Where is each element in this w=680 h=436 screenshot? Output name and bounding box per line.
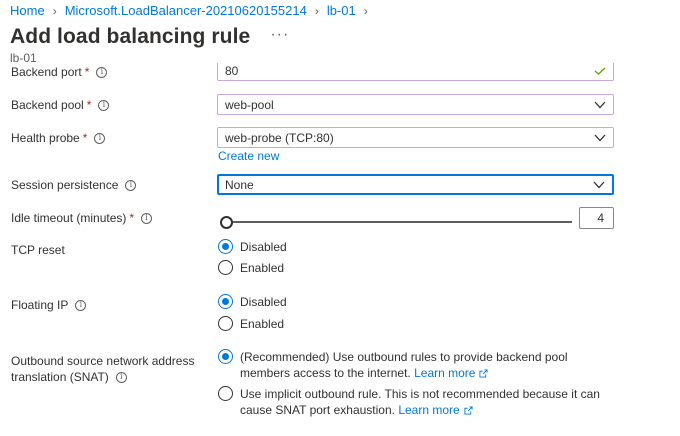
radio-label: Disabled bbox=[240, 295, 287, 309]
snat-label-line1: Outbound source network address bbox=[11, 354, 195, 368]
tcp-reset-label-text: TCP reset bbox=[11, 243, 65, 257]
info-icon[interactable]: i bbox=[125, 179, 137, 191]
snat-label: Outbound source network address translat… bbox=[11, 353, 194, 385]
required-marker: * bbox=[84, 65, 90, 79]
info-icon[interactable]: i bbox=[94, 132, 106, 144]
snat-option1-text: (Recommended) Use outbound rules to prov… bbox=[240, 350, 568, 380]
idle-timeout-label: Idle timeout (minutes) * i bbox=[11, 211, 153, 225]
external-link-icon bbox=[464, 406, 473, 415]
backend-pool-select[interactable]: web-pool bbox=[217, 94, 614, 115]
health-probe-select[interactable]: web-probe (TCP:80) bbox=[217, 127, 614, 148]
health-probe-label: Health probe * i bbox=[11, 131, 106, 145]
session-persistence-select[interactable]: None bbox=[217, 174, 614, 195]
health-probe-value: web-probe (TCP:80) bbox=[225, 130, 334, 145]
backend-pool-value: web-pool bbox=[225, 97, 274, 112]
idle-timeout-slider[interactable] bbox=[220, 215, 572, 229]
session-persistence-label-text: Session persistence bbox=[11, 178, 119, 192]
learn-more-link[interactable]: Learn more bbox=[398, 403, 473, 417]
radio-label: Disabled bbox=[240, 240, 287, 254]
info-icon[interactable]: i bbox=[75, 299, 87, 311]
chevron-right-icon: › bbox=[363, 3, 368, 18]
info-icon[interactable]: i bbox=[98, 99, 110, 111]
session-persistence-value: None bbox=[225, 177, 254, 192]
breadcrumb-home[interactable]: Home bbox=[10, 3, 45, 18]
backend-pool-label-text: Backend pool bbox=[11, 98, 84, 112]
tcp-reset-label: TCP reset bbox=[11, 243, 65, 257]
radio-label: (Recommended) Use outbound rules to prov… bbox=[240, 349, 600, 381]
idle-timeout-value: 4 bbox=[597, 211, 604, 225]
radio-label: Enabled bbox=[240, 261, 285, 275]
info-icon[interactable]: i bbox=[96, 66, 108, 78]
backend-port-input[interactable]: 80 bbox=[217, 63, 614, 81]
learn-more-text: Learn more bbox=[414, 366, 476, 380]
chevron-down-icon bbox=[594, 101, 606, 108]
chevron-right-icon: › bbox=[314, 3, 319, 18]
info-icon[interactable]: i bbox=[115, 371, 127, 383]
snat-implicit-rule-option[interactable]: Use implicit outbound rule. This is not … bbox=[218, 386, 600, 418]
floating-ip-enabled-option[interactable]: Enabled bbox=[218, 316, 600, 332]
radio-label: Enabled bbox=[240, 317, 285, 331]
radio-unselected[interactable] bbox=[218, 386, 233, 401]
page-title: Add load balancing rule bbox=[10, 25, 251, 48]
required-marker: * bbox=[82, 131, 88, 145]
more-options-icon[interactable]: ··· bbox=[270, 26, 289, 44]
idle-timeout-input[interactable]: 4 bbox=[579, 207, 614, 229]
idle-timeout-label-text: Idle timeout (minutes) bbox=[11, 211, 127, 225]
radio-label: Use implicit outbound rule. This is not … bbox=[240, 386, 600, 418]
slider-thumb[interactable] bbox=[220, 216, 233, 229]
external-link-icon bbox=[479, 369, 489, 378]
chevron-right-icon: › bbox=[52, 3, 57, 18]
session-persistence-label: Session persistence i bbox=[11, 178, 137, 192]
snat-outbound-rules-option[interactable]: (Recommended) Use outbound rules to prov… bbox=[218, 349, 600, 381]
backend-port-label: Backend port * i bbox=[11, 65, 108, 79]
health-probe-label-text: Health probe bbox=[11, 131, 80, 145]
breadcrumb-resource[interactable]: Microsoft.LoadBalancer-20210620155214 bbox=[65, 3, 307, 18]
radio-unselected[interactable] bbox=[218, 260, 233, 275]
radio-selected[interactable] bbox=[218, 239, 233, 254]
learn-more-text: Learn more bbox=[398, 403, 460, 417]
chevron-down-icon bbox=[594, 134, 606, 141]
form-scroll-area: Backend port * i 80 Backend pool * i web… bbox=[0, 63, 680, 436]
required-marker: * bbox=[129, 211, 135, 225]
check-icon bbox=[594, 67, 606, 75]
tcp-reset-disabled-option[interactable]: Disabled bbox=[218, 239, 600, 255]
chevron-down-icon bbox=[593, 181, 605, 188]
breadcrumb-current[interactable]: lb-01 bbox=[327, 3, 356, 18]
snat-label-line2: translation (SNAT) bbox=[11, 370, 109, 384]
backend-port-label-text: Backend port bbox=[11, 65, 82, 79]
radio-selected[interactable] bbox=[218, 294, 233, 309]
backend-pool-label: Backend pool * i bbox=[11, 98, 110, 112]
slider-track bbox=[226, 221, 572, 223]
info-icon[interactable]: i bbox=[141, 212, 153, 224]
floating-ip-disabled-option[interactable]: Disabled bbox=[218, 294, 600, 310]
floating-ip-label-text: Floating IP bbox=[11, 298, 69, 312]
tcp-reset-enabled-option[interactable]: Enabled bbox=[218, 260, 600, 276]
radio-selected[interactable] bbox=[218, 349, 233, 364]
title-row: Add load balancing rule ··· bbox=[10, 25, 289, 49]
backend-port-value: 80 bbox=[225, 63, 239, 78]
snat-label-line2-wrap: translation (SNAT) i bbox=[11, 369, 127, 385]
breadcrumb: Home › Microsoft.LoadBalancer-2021062015… bbox=[10, 3, 376, 18]
radio-unselected[interactable] bbox=[218, 316, 233, 331]
required-marker: * bbox=[86, 98, 92, 112]
learn-more-link[interactable]: Learn more bbox=[414, 366, 489, 380]
create-new-health-probe-link[interactable]: Create new bbox=[218, 149, 279, 163]
floating-ip-label: Floating IP i bbox=[11, 298, 87, 312]
